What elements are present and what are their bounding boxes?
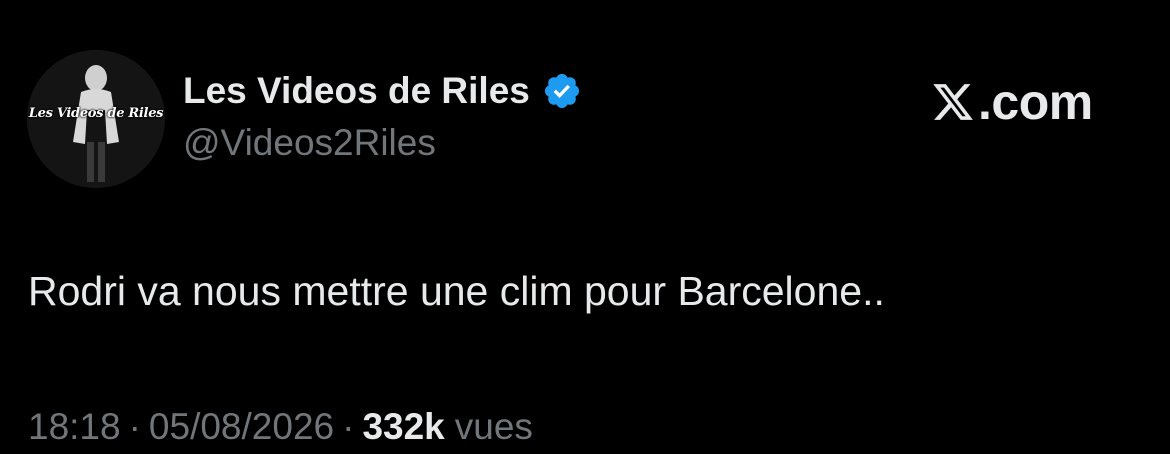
avatar[interactable]: Les Videos de Riles (27, 50, 165, 188)
author-handle[interactable]: @Videos2Riles (183, 122, 436, 164)
views-label: vues (454, 406, 533, 447)
author-name-row: Les Videos de Riles (183, 68, 582, 114)
meta-separator-2: · (342, 406, 355, 447)
tweet-text: Rodri va nous mettre une clim pour Barce… (28, 268, 885, 314)
tweet-date[interactable]: 05/08/2026 (149, 406, 334, 448)
verified-badge-icon (544, 73, 579, 109)
site-watermark: .com (930, 74, 1093, 130)
meta-separator: · (128, 406, 141, 447)
tweet-meta: 18:18 · 05/08/2026 · 332k vues (28, 406, 533, 448)
site-domain: .com (978, 74, 1093, 130)
display-name[interactable]: Les Videos de Riles (183, 70, 530, 112)
tweet-time[interactable]: 18:18 (28, 406, 121, 448)
x-logo-icon (933, 84, 973, 120)
views-count[interactable]: 332k (362, 406, 444, 448)
avatar-label: Les Videos de Riles (28, 106, 164, 121)
